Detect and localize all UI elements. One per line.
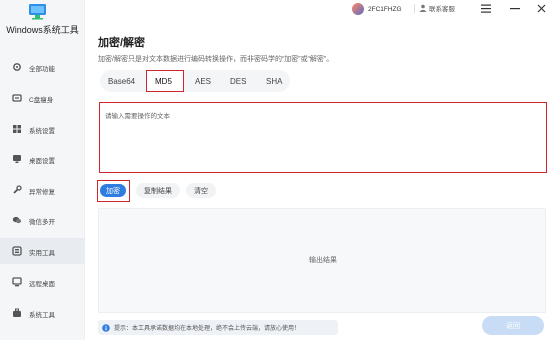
copy-result-button[interactable]: 复制结果 [136,183,180,198]
sidebar-item-label: 远程桌面 [29,281,55,288]
toolbox-icon [13,308,21,317]
avatar [352,3,364,15]
sidebar-item-c-drive[interactable]: C盘瘦身 [0,85,85,111]
sidebar-item-label: 桌面设置 [29,158,55,165]
sidebar: Windows系统工具 全部功能 C盘瘦身 系统设置 桌面设置 异常修复 微信多… [0,0,85,340]
disk-icon [12,94,22,102]
sidebar-item-label: 异常修复 [29,189,55,196]
app-logo-icon [29,4,46,20]
sidebar-item-label: C盘瘦身 [29,97,54,104]
divider [414,4,415,13]
tab-base64[interactable]: Base64 [108,77,135,86]
sidebar-item-remote-desktop[interactable]: 远程桌面 [0,269,85,295]
grid-icon [13,125,21,133]
output-placeholder: 输出结果 [309,257,337,264]
tab-sha[interactable]: SHA [266,77,282,86]
output-area[interactable]: 输出结果 [98,208,546,313]
sidebar-item-repair[interactable]: 异常修复 [0,177,85,203]
gear-icon [13,63,21,71]
app-title: Windows系统工具 [6,25,79,35]
notice-bar: 提示：本工具承诺数据均在本地处理，绝不会上传云端，请放心使用！ [98,320,338,335]
remote-icon [12,277,22,287]
wrench-icon [13,185,22,194]
monitor-icon [13,155,21,163]
sidebar-item-desktop-settings[interactable]: 桌面设置 [0,146,85,172]
sidebar-item-label: 系统设置 [29,128,55,135]
minimize-icon [510,7,520,9]
user-id: 2FC1FHZG [368,5,402,13]
sidebar-item-label: 微信多开 [29,219,55,226]
clear-button[interactable]: 清空 [186,183,216,198]
person-icon [419,4,427,12]
tools-icon [12,246,22,256]
menu-button[interactable] [478,1,494,15]
encrypt-button[interactable]: 加密 [100,184,126,197]
sidebar-item-label: 实用工具 [29,250,55,257]
notice-text: 提示：本工具承诺数据均在本地处理，绝不会上传云端，请放心使用！ [114,326,301,332]
minimize-button[interactable] [507,1,523,15]
tab-aes[interactable]: AES [195,77,211,86]
input-area-frame [99,102,547,173]
page-title: 加密/解密 [98,37,146,49]
info-icon [102,323,110,332]
close-icon [537,4,545,12]
close-button[interactable] [533,1,549,15]
text-input[interactable] [105,110,541,166]
support-link[interactable]: 联系客服 [419,3,455,13]
tab-md5[interactable]: MD5 [155,77,172,86]
chat-icon [12,216,22,224]
back-button[interactable]: 返回 [482,316,544,335]
sidebar-item-utilities[interactable]: 实用工具 [0,238,85,264]
sidebar-item-system-tools[interactable]: 系统工具 [0,300,85,326]
sidebar-item-all-functions[interactable]: 全部功能 [0,54,85,80]
user-account[interactable]: 2FC1FHZG [352,2,402,16]
sidebar-item-system-settings[interactable]: 系统设置 [0,116,85,142]
encrypt-button-highlight: 加密 [97,180,130,202]
page-description: 加密/解密只是对文本数据进行编码转换操作，而非密码学的“加密”或“解密”。 [98,56,334,63]
tab-des[interactable]: DES [230,77,246,86]
support-label: 联系客服 [429,6,455,13]
menu-icon [481,4,491,13]
sidebar-item-wechat-multi[interactable]: 微信多开 [0,207,85,233]
sidebar-item-label: 全部功能 [29,66,55,73]
sidebar-item-label: 系统工具 [29,312,55,319]
